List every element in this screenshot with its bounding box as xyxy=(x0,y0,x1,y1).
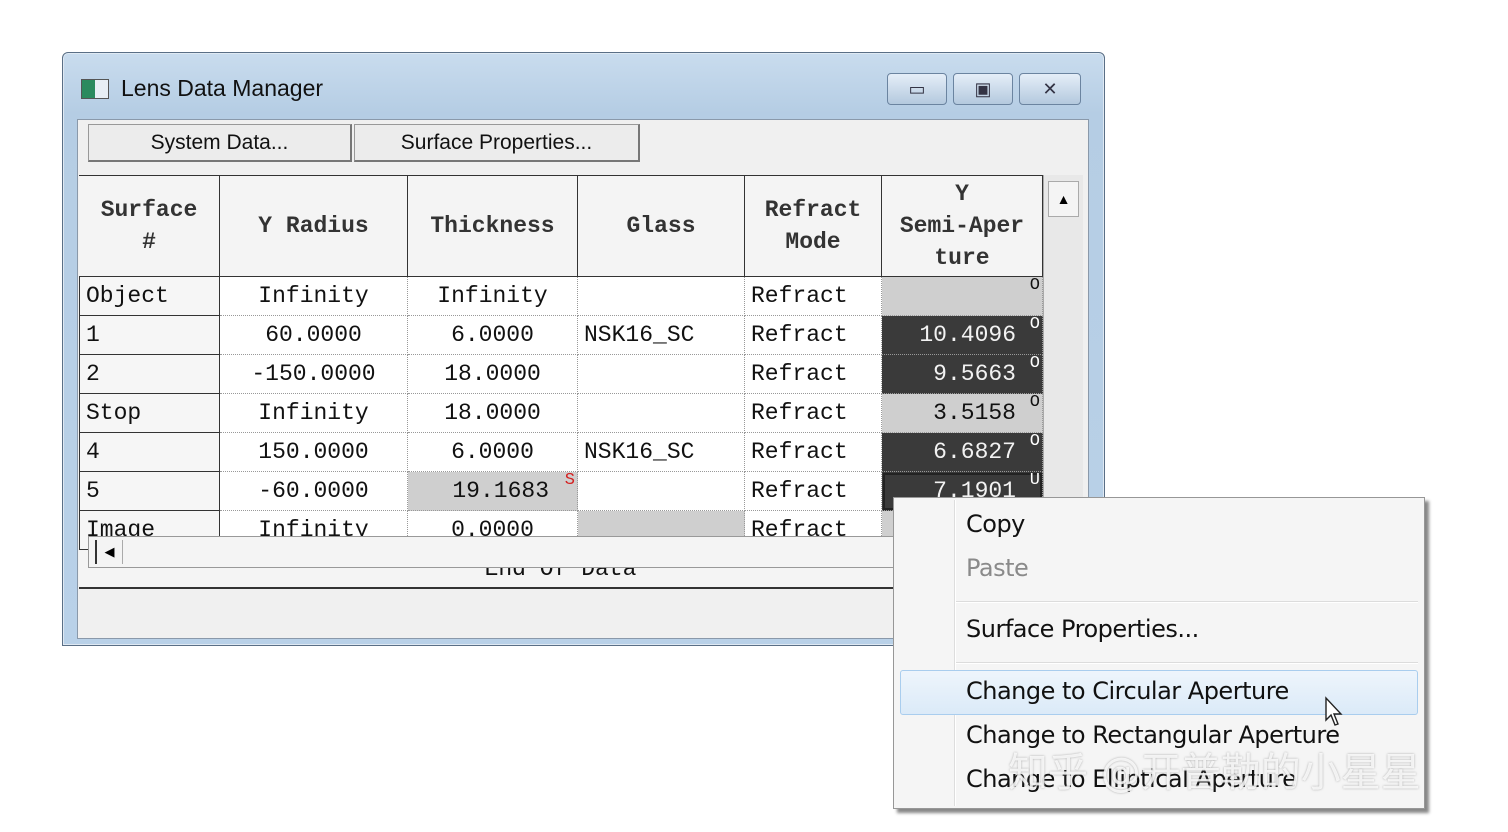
radius-value: -60.0000 xyxy=(258,478,369,504)
solve-type-marker[interactable]: O xyxy=(1030,345,1040,383)
refract-mode-header[interactable]: Refract Mode xyxy=(745,175,882,277)
horizontal-scrollbar[interactable]: ◀ xyxy=(88,536,918,568)
mode-cell[interactable]: Refract xyxy=(745,316,882,355)
surface-value: 5 xyxy=(86,478,100,504)
aperture-cell[interactable]: O xyxy=(882,276,1043,316)
semi-aperture-header[interactable]: Y Semi-Aper ture xyxy=(882,175,1043,277)
mode-value: Refract xyxy=(751,361,848,387)
thickness-value: 18.0000 xyxy=(444,361,541,387)
solve-type-marker[interactable]: U xyxy=(1030,462,1040,500)
surface-value: Object xyxy=(86,283,169,309)
radius-cell[interactable]: Infinity xyxy=(220,277,408,316)
mouse-cursor-icon xyxy=(1325,696,1343,726)
menu-gutter xyxy=(954,500,956,806)
thickness-value: Infinity xyxy=(437,283,548,309)
thickness-value: 6.0000 xyxy=(451,322,534,348)
watermark: 知乎 @开普勒的小星星 xyxy=(1008,750,1421,796)
surface-header[interactable]: Surface # xyxy=(79,175,220,277)
glass-cell[interactable] xyxy=(578,355,745,394)
glass-cell[interactable] xyxy=(578,277,745,316)
surface-properties-button[interactable]: Surface Properties... xyxy=(354,124,640,162)
glass-value: NSK16_SC xyxy=(584,322,695,348)
thickness-cell[interactable]: 19.1683 S xyxy=(408,471,578,511)
thickness-cell[interactable]: Infinity xyxy=(408,277,578,316)
solve-type-marker[interactable]: O xyxy=(1030,267,1040,305)
app-icon xyxy=(81,79,109,99)
surface-value: 1 xyxy=(86,322,100,348)
radius-value: -150.0000 xyxy=(251,361,376,387)
maximize-button[interactable]: ▣ xyxy=(953,73,1013,105)
scroll-up-arrow-icon[interactable]: ▲ xyxy=(1048,181,1079,217)
thickness-cell[interactable]: 18.0000 xyxy=(408,394,578,433)
mode-cell[interactable]: Refract xyxy=(745,472,882,511)
menu-item-copy[interactable]: Copy xyxy=(966,510,1025,538)
glass-cell[interactable]: NSK16_SC xyxy=(578,316,745,355)
surface-cell[interactable]: 5 xyxy=(79,472,220,511)
scroll-left-arrow-icon[interactable]: ◀ xyxy=(95,540,123,564)
surface-value: 4 xyxy=(86,439,100,465)
solve-type-marker[interactable]: O xyxy=(1030,384,1040,422)
glass-value: NSK16_SC xyxy=(584,439,695,465)
thickness-value: 18.0000 xyxy=(444,400,541,426)
thickness-cell[interactable]: 6.0000 xyxy=(408,316,578,355)
menu-item-circular-aperture[interactable]: Change to Circular Aperture xyxy=(966,677,1289,705)
aperture-cell[interactable]: 9.5663 O xyxy=(882,354,1043,394)
mode-value: Refract xyxy=(751,439,848,465)
surface-cell[interactable]: Object xyxy=(79,277,220,316)
minimize-button[interactable]: ▭ xyxy=(887,73,947,105)
radius-value: Infinity xyxy=(258,283,369,309)
y-radius-header[interactable]: Y Radius xyxy=(220,175,408,277)
mode-value: Refract xyxy=(751,283,848,309)
menu-separator xyxy=(956,662,1418,664)
mode-value: Refract xyxy=(751,400,848,426)
thickness-value: 19.1683 xyxy=(452,478,549,504)
aperture-value: 6.6827 xyxy=(933,439,1016,465)
glass-header[interactable]: Glass xyxy=(578,175,745,277)
radius-cell[interactable]: Infinity xyxy=(220,394,408,433)
menu-separator xyxy=(956,601,1418,603)
vertical-scrollbar[interactable]: ▲ xyxy=(1043,175,1083,528)
glass-cell[interactable]: NSK16_SC xyxy=(578,433,745,472)
radius-value: 60.0000 xyxy=(265,322,362,348)
surface-cell[interactable]: 2 xyxy=(79,355,220,394)
system-data-button[interactable]: System Data... xyxy=(88,124,352,162)
aperture-cell[interactable]: 10.4096 O xyxy=(882,315,1043,355)
mode-cell[interactable]: Refract xyxy=(745,394,882,433)
radius-cell[interactable]: 60.0000 xyxy=(220,316,408,355)
radius-value: 150.0000 xyxy=(258,439,369,465)
mode-value: Refract xyxy=(751,478,848,504)
surface-cell[interactable]: 4 xyxy=(79,433,220,472)
aperture-value: 9.5663 xyxy=(933,361,1016,387)
menu-item-paste[interactable]: Paste xyxy=(966,554,1029,582)
mode-cell[interactable]: Refract xyxy=(745,355,882,394)
window-title: Lens Data Manager xyxy=(121,75,324,101)
mode-value: Refract xyxy=(751,322,848,348)
thickness-cell[interactable]: 6.0000 xyxy=(408,433,578,472)
radius-value: Infinity xyxy=(258,400,369,426)
surface-cell[interactable]: Stop xyxy=(79,394,220,433)
menu-item-surface-properties[interactable]: Surface Properties... xyxy=(966,615,1199,643)
mode-cell[interactable]: Refract xyxy=(745,433,882,472)
radius-cell[interactable]: -60.0000 xyxy=(220,472,408,511)
aperture-cell[interactable]: 6.6827 O xyxy=(882,432,1043,472)
glass-cell[interactable] xyxy=(578,472,745,511)
aperture-value: 3.5158 xyxy=(933,400,1016,426)
thickness-cell[interactable]: 18.0000 xyxy=(408,355,578,394)
surface-value: 2 xyxy=(86,361,100,387)
radius-cell[interactable]: 150.0000 xyxy=(220,433,408,472)
close-button[interactable]: ✕ xyxy=(1019,73,1081,105)
surface-value: Stop xyxy=(86,400,142,426)
surface-cell[interactable]: 1 xyxy=(79,316,220,355)
aperture-value: 10.4096 xyxy=(919,322,1016,348)
thickness-header[interactable]: Thickness xyxy=(408,175,578,277)
solve-type-marker[interactable]: O xyxy=(1030,423,1040,461)
solve-marker[interactable]: S xyxy=(565,462,575,500)
glass-cell[interactable] xyxy=(578,394,745,433)
radius-cell[interactable]: -150.0000 xyxy=(220,355,408,394)
aperture-cell[interactable]: 3.5158 O xyxy=(882,393,1043,433)
thickness-value: 6.0000 xyxy=(451,439,534,465)
solve-type-marker[interactable]: O xyxy=(1030,306,1040,344)
mode-cell[interactable]: Refract xyxy=(745,277,882,316)
